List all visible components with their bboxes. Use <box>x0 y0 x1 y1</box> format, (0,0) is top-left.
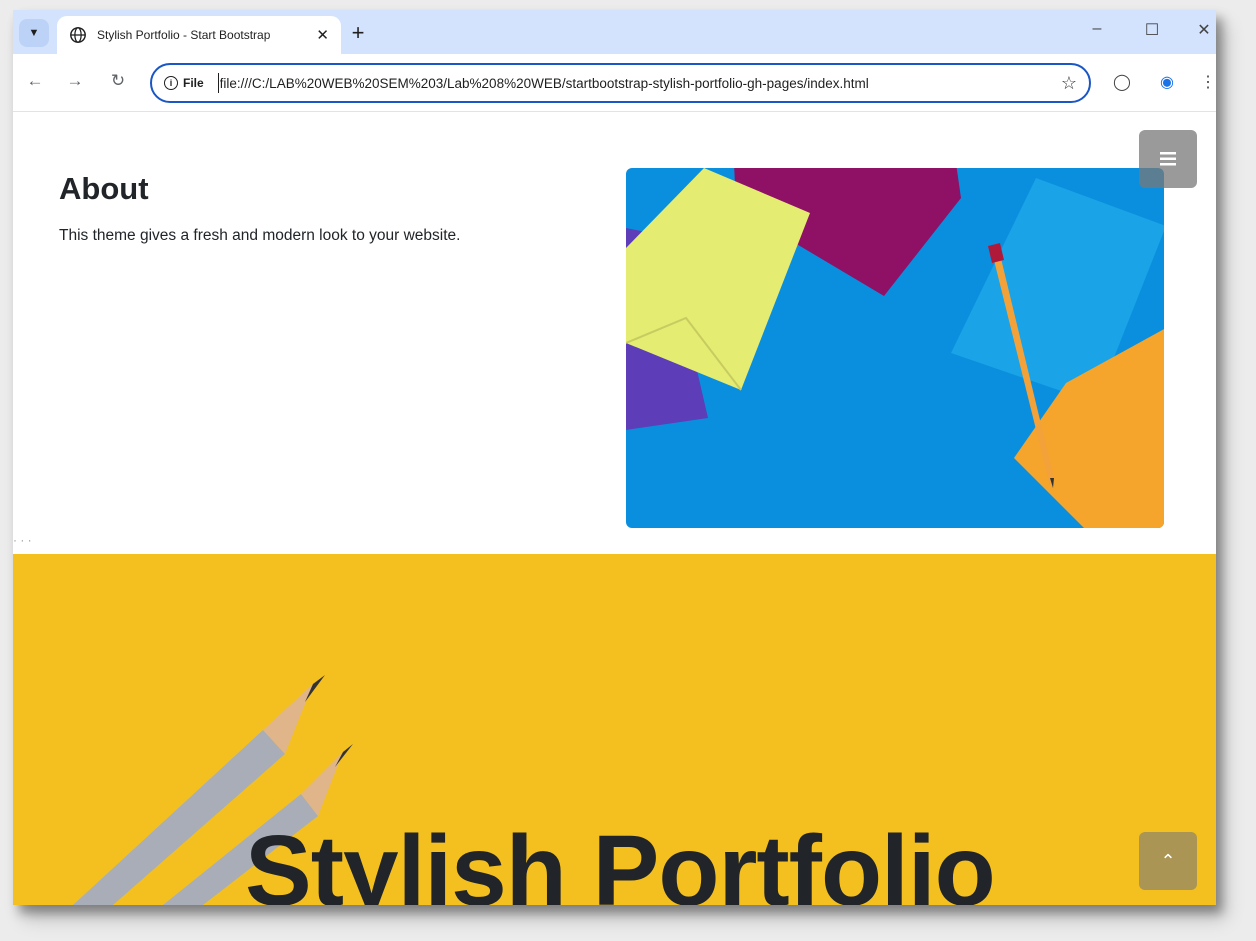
minimize-icon[interactable]: – <box>1082 20 1112 38</box>
info-icon: i <box>164 76 178 90</box>
new-tab-button[interactable]: + <box>345 20 371 46</box>
extension-icon[interactable]: ◯ <box>1110 72 1134 92</box>
page-viewport: About This theme gives a fresh and moder… <box>13 113 1216 905</box>
more-vert-icon[interactable]: ⋮ <box>1196 72 1216 92</box>
scroll-to-top-button[interactable]: ⌃ <box>1139 832 1197 890</box>
tab-search-button[interactable]: ▼ <box>19 19 49 47</box>
decorative-dots: · · · <box>13 533 32 547</box>
hero-section: Stylish Portfolio <box>13 554 1216 905</box>
about-text: This theme gives a fresh and modern look… <box>59 227 461 244</box>
star-icon[interactable]: ☆ <box>1061 73 1077 94</box>
chevron-up-icon: ⌃ <box>1160 850 1176 871</box>
tab-strip: ▼ Stylish Portfolio - Start Bootstrap ✕ … <box>13 10 1216 54</box>
tab-active[interactable]: Stylish Portfolio - Start Bootstrap ✕ <box>57 16 341 54</box>
menu-toggle-button[interactable] <box>1139 130 1197 188</box>
globe-icon <box>70 27 86 43</box>
chevron-down-icon: ▼ <box>28 27 40 39</box>
address-bar[interactable]: i File file:///C:/LAB%20WEB%20SEM%203/La… <box>150 63 1091 103</box>
hero-title: Stylish Portfolio <box>245 815 996 905</box>
arrow-left-icon[interactable]: ← <box>23 71 47 91</box>
browser-toolbar: ← → ↻ i File file:///C:/LAB%20WEB%20SEM%… <box>13 54 1216 112</box>
text-caret <box>217 73 219 93</box>
arrow-right-icon[interactable]: → <box>63 71 87 91</box>
close-icon[interactable]: ✕ <box>316 26 329 44</box>
url-text[interactable]: file:///C:/LAB%20WEB%20SEM%203/Lab%208%2… <box>220 76 1051 91</box>
browser-window: ▼ Stylish Portfolio - Start Bootstrap ✕ … <box>13 10 1216 905</box>
about-heading: About <box>59 171 149 206</box>
maximize-icon[interactable]: ☐ <box>1137 20 1167 40</box>
site-info-button[interactable]: i File <box>164 76 204 90</box>
site-info-label: File <box>183 76 204 90</box>
close-window-icon[interactable]: ✕ <box>1189 20 1216 40</box>
reload-icon[interactable]: ↻ <box>106 71 130 91</box>
hamburger-icon <box>1160 152 1176 166</box>
profile-icon[interactable]: ◉ <box>1155 72 1179 92</box>
about-image <box>626 168 1164 528</box>
tab-title: Stylish Portfolio - Start Bootstrap <box>97 28 271 42</box>
